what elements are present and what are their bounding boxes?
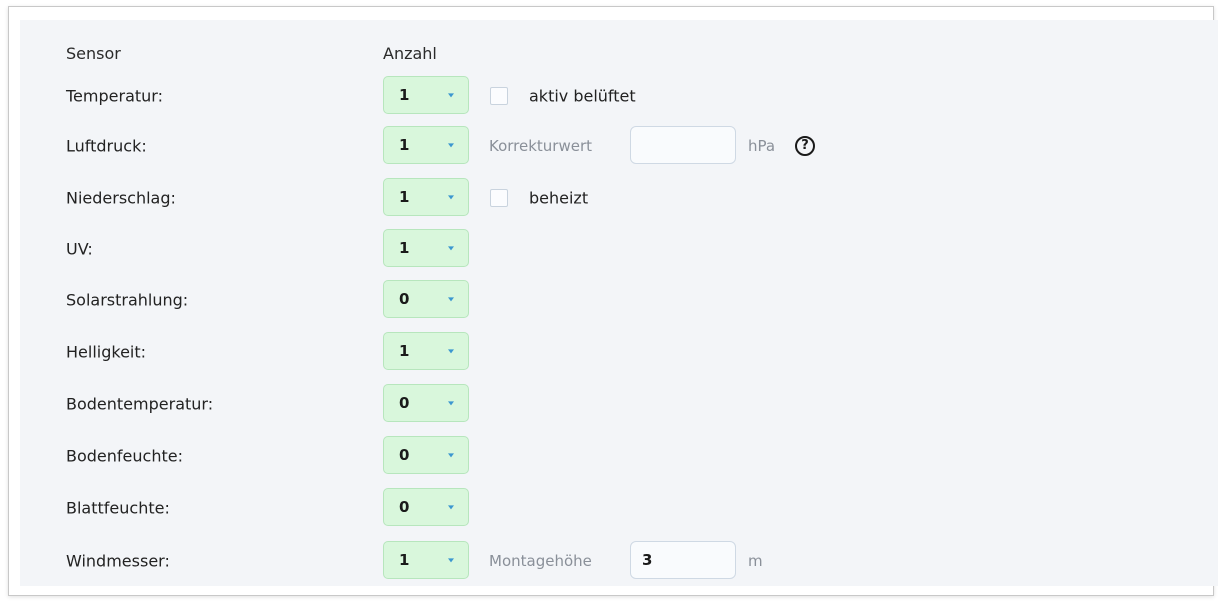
row-windmesser: Windmesser: 1 Montagehöhe m (20, 541, 1218, 581)
header-sensor: Sensor (66, 44, 121, 63)
header-anzahl: Anzahl (383, 44, 437, 63)
label-bodenfeuchte: Bodenfeuchte: (66, 446, 183, 466)
row-bodentemperatur: Bodentemperatur: 0 (20, 384, 1218, 424)
label-uv: UV: (66, 239, 93, 259)
row-solarstrahlung: Solarstrahlung: 0 (20, 280, 1218, 320)
chevron-down-icon (448, 558, 454, 563)
chevron-down-icon (448, 143, 454, 148)
select-bodentemperatur-count[interactable]: 0 (383, 384, 469, 422)
label-aktiv-belueftet[interactable]: aktiv belüftet (529, 87, 636, 106)
select-luftdruck-count[interactable]: 1 (383, 126, 469, 164)
select-value: 0 (399, 498, 410, 516)
row-bodenfeuchte: Bodenfeuchte: 0 (20, 436, 1218, 476)
label-montagehoehe: Montagehöhe (489, 552, 592, 570)
unit-hpa: hPa (748, 137, 776, 155)
select-bodenfeuchte-count[interactable]: 0 (383, 436, 469, 474)
select-value: 1 (399, 136, 410, 154)
label-helligkeit: Helligkeit: (66, 342, 147, 362)
label-niederschlag: Niederschlag: (66, 188, 176, 208)
chevron-down-icon (448, 505, 454, 510)
select-temperatur-count[interactable]: 1 (383, 76, 469, 114)
chevron-down-icon (448, 297, 454, 302)
label-bodentemperatur: Bodentemperatur: (66, 394, 214, 414)
select-windmesser-count[interactable]: 1 (383, 541, 469, 579)
select-value: 1 (399, 239, 410, 257)
label-temperatur: Temperatur: (66, 86, 163, 106)
label-blattfeuchte: Blattfeuchte: (66, 498, 170, 518)
chevron-down-icon (448, 93, 454, 98)
chevron-down-icon (448, 453, 454, 458)
chevron-down-icon (448, 401, 454, 406)
row-helligkeit: Helligkeit: 1 (20, 332, 1218, 372)
korrekturwert-input[interactable] (630, 126, 736, 164)
label-beheizt[interactable]: beheizt (529, 189, 588, 208)
row-luftdruck: Luftdruck: 1 Korrekturwert hPa ? (20, 126, 1218, 166)
label-korrekturwert: Korrekturwert (489, 137, 593, 155)
select-solarstrahlung-count[interactable]: 0 (383, 280, 469, 318)
select-value: 0 (399, 446, 410, 464)
label-luftdruck: Luftdruck: (66, 136, 147, 156)
chevron-down-icon (448, 349, 454, 354)
select-value: 1 (399, 86, 410, 104)
label-solarstrahlung: Solarstrahlung: (66, 290, 189, 310)
sensor-config-panel: Sensor Anzahl Temperatur: 1 aktiv belüft… (20, 20, 1218, 586)
select-helligkeit-count[interactable]: 1 (383, 332, 469, 370)
unit-m: m (748, 552, 763, 570)
row-temperatur: Temperatur: 1 aktiv belüftet (20, 76, 1218, 116)
chevron-down-icon (448, 246, 454, 251)
select-blattfeuchte-count[interactable]: 0 (383, 488, 469, 526)
select-value: 1 (399, 342, 410, 360)
select-value: 1 (399, 188, 410, 206)
select-niederschlag-count[interactable]: 1 (383, 178, 469, 216)
help-icon[interactable]: ? (795, 136, 815, 156)
row-blattfeuchte: Blattfeuchte: 0 (20, 488, 1218, 528)
row-uv: UV: 1 (20, 229, 1218, 269)
montagehoehe-input[interactable] (630, 541, 736, 579)
label-windmesser: Windmesser: (66, 551, 170, 571)
select-value: 0 (399, 394, 410, 412)
checkbox-beheizt[interactable] (490, 189, 508, 207)
select-uv-count[interactable]: 1 (383, 229, 469, 267)
chevron-down-icon (448, 195, 454, 200)
row-niederschlag: Niederschlag: 1 beheizt (20, 178, 1218, 218)
select-value: 1 (399, 551, 410, 569)
checkbox-aktiv-belueftet[interactable] (490, 87, 508, 105)
select-value: 0 (399, 290, 410, 308)
